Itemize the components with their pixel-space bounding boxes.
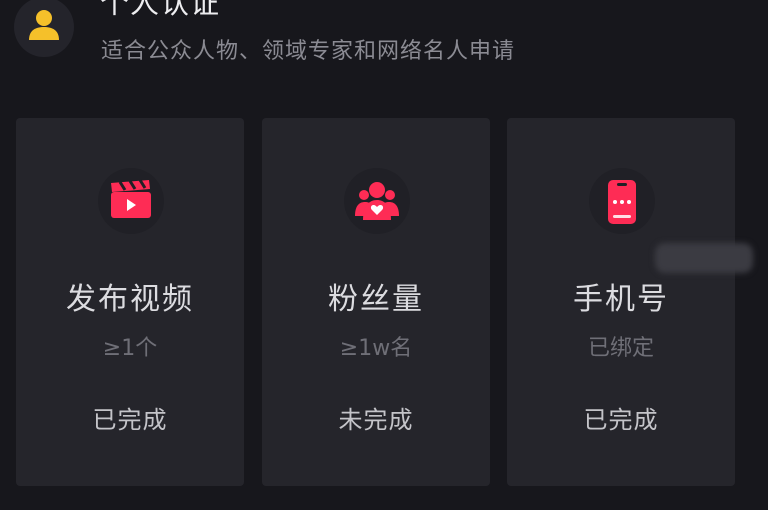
card-title: 手机号	[573, 282, 669, 317]
card-status: 未完成	[338, 406, 414, 434]
requirement-card-fans[interactable]: 粉丝量 ≥1w名 未完成	[262, 118, 490, 486]
card-requirement: 已绑定	[587, 336, 654, 361]
fans-group-icon	[355, 182, 399, 220]
card-status: 已完成	[92, 406, 168, 434]
blurred-overlay	[655, 243, 753, 273]
avatar	[14, 0, 74, 57]
card-requirement: ≥1w名	[339, 336, 413, 361]
requirement-card-phone[interactable]: 手机号 已绑定 已完成	[507, 118, 735, 486]
phone-icon	[608, 180, 636, 224]
card-requirement: ≥1个	[102, 336, 158, 361]
card-title: 发布视频	[66, 282, 194, 317]
video-clapper-icon	[111, 179, 151, 218]
page-subtitle: 适合公众人物、领域专家和网络名人申请	[101, 39, 516, 64]
card-status: 已完成	[583, 406, 659, 434]
verification-page: 个人认证 适合公众人物、领域专家和网络名人申请 发布视频 ≥1个 已完成 粉丝量…	[0, 0, 768, 510]
icon-circle	[98, 168, 164, 234]
user-icon	[29, 10, 59, 40]
icon-circle	[344, 168, 410, 234]
card-title: 粉丝量	[328, 282, 424, 317]
icon-circle	[589, 168, 655, 234]
requirement-card-videos[interactable]: 发布视频 ≥1个 已完成	[16, 118, 244, 486]
verification-header[interactable]: 个人认证 适合公众人物、领域专家和网络名人申请	[0, 0, 768, 100]
page-title: 个人认证	[100, 0, 221, 20]
